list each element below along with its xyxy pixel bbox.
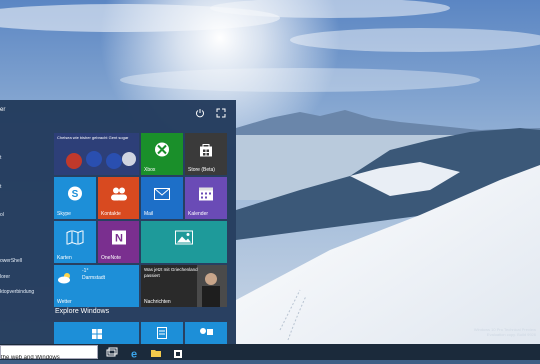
photo-icon (175, 230, 193, 249)
start-left-pane: er t t ol owerShell lorer ktopverbindung (0, 100, 52, 344)
start-list-item[interactable]: lorer (0, 274, 10, 280)
mail-icon (154, 187, 170, 205)
store-taskbar-icon[interactable] (172, 346, 184, 358)
windows-logo-icon (91, 326, 102, 344)
file-explorer-icon[interactable] (150, 346, 162, 358)
start-menu: er t t ol owerShell lorer ktopverbindung… (0, 100, 236, 344)
tile-label: Skype (57, 211, 71, 217)
explore-windows-title: Explore Windows (55, 308, 110, 315)
tile-explore-2[interactable] (141, 322, 183, 344)
build-watermark: Windows 10 Pro Technical Preview Evaluat… (474, 327, 536, 337)
weather-city: Darmstadt (82, 275, 106, 281)
svg-text:e: e (131, 349, 137, 360)
tile-explore-1[interactable] (54, 322, 139, 344)
tile-karten[interactable]: Karten (54, 221, 96, 263)
skype-icon: S (67, 185, 83, 206)
tile-photos[interactable] (141, 221, 227, 263)
svg-text:S: S (72, 189, 79, 200)
tile-label: Karten (57, 255, 72, 261)
tile-onenote[interactable]: N OneNote (98, 221, 139, 263)
tile-mail[interactable]: Mail (141, 177, 183, 219)
tile-kontakte[interactable]: Kontakte (98, 177, 139, 219)
weather-cloud-icon (57, 271, 73, 289)
tile-label: Wetter (57, 299, 72, 305)
tile-news-photo[interactable]: Chelsea wie bisher gebracht Gent sogar (54, 133, 139, 175)
tile-xbox[interactable]: Xbox (141, 133, 183, 175)
start-list-item[interactable]: ol (0, 212, 4, 218)
start-list-item[interactable]: t (0, 184, 1, 190)
onenote-icon: N (111, 229, 127, 250)
search-input[interactable] (1, 352, 97, 364)
tile-label: Kalender (188, 211, 209, 217)
news-headline: Chelsea wie bisher gebracht Gent sogar (57, 135, 129, 140)
power-icon[interactable] (195, 105, 205, 118)
user-name[interactable]: er (0, 107, 5, 113)
svg-text:N: N (115, 232, 123, 244)
watermark-line-2: Evaluation copy. Build 9926 (486, 332, 536, 337)
start-list-item[interactable]: t (0, 155, 1, 161)
start-list-item[interactable]: ktopverbindung (0, 289, 34, 295)
document-icon (157, 326, 167, 344)
tile-kalender[interactable]: Kalender (185, 177, 227, 219)
tile-label: OneNote (101, 255, 122, 261)
tile-wetter[interactable]: -1° Darmstadt Wetter (54, 265, 139, 307)
feedback-icon (199, 326, 213, 344)
internet-explorer-icon[interactable]: e (128, 346, 140, 361)
store-icon (198, 141, 214, 162)
search-box[interactable] (0, 345, 98, 364)
map-icon (66, 229, 84, 249)
taskbar: e (0, 344, 540, 364)
tile-store[interactable]: Store (Beta) (185, 133, 227, 175)
tile-nachrichten[interactable]: Was jetzt mit Griechenland passiert Nach… (141, 265, 227, 307)
tile-label: Kontakte (101, 211, 121, 217)
tile-label: Mail (144, 211, 154, 217)
people-icon (110, 186, 128, 205)
tile-label: Xbox (144, 167, 156, 173)
task-view-icon[interactable] (106, 346, 118, 358)
tile-skype[interactable]: S Skype (54, 177, 96, 219)
start-list-item[interactable]: owerShell (0, 258, 22, 264)
news-headline: Was jetzt mit Griechenland passiert (144, 267, 198, 278)
weather-temp: -1° (82, 268, 89, 274)
expand-icon[interactable] (216, 105, 226, 118)
tile-label: Store (Beta) (188, 167, 215, 173)
calendar-icon (198, 185, 214, 206)
tile-label: Nachrichten (144, 299, 171, 305)
tile-explore-3[interactable] (185, 322, 227, 344)
xbox-icon (154, 141, 170, 162)
